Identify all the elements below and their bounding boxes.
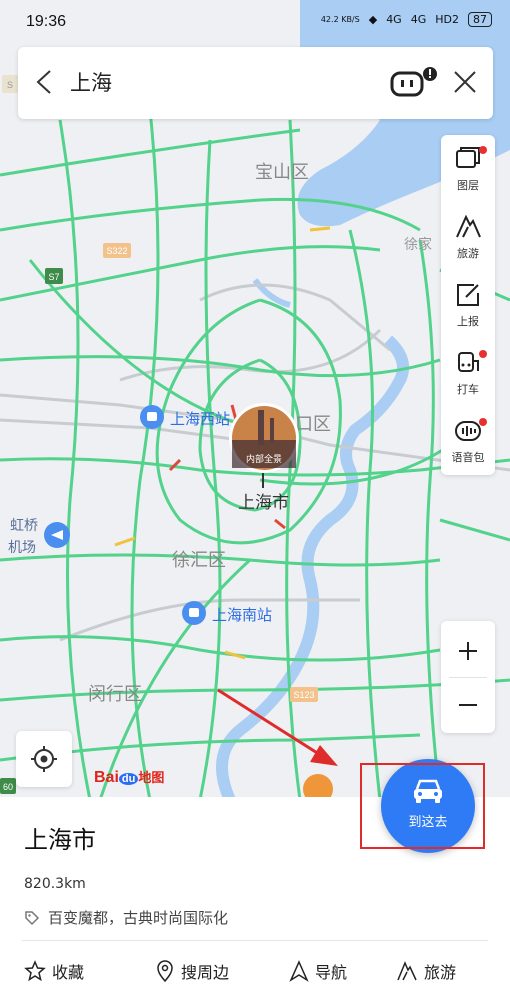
search-query-text[interactable]: 上海 [70,67,112,97]
station-label-west: 上海西站 [170,410,230,428]
favorite-button[interactable]: 收藏 [24,959,84,983]
panorama-label: 内部全景 [246,453,282,465]
place-name: 上海市 [24,826,96,854]
zoom-controls [441,621,495,733]
district-label-baoshan: 宝山区 [255,162,309,183]
search-bar[interactable]: 上海 [18,47,493,119]
signal-icon: 4G [386,13,402,26]
tool-label: 图层 [457,179,479,192]
action-label: 搜周边 [181,963,230,982]
district-label-xuhui: 徐汇区 [172,550,226,571]
place-tag-row: 百变魔都，古典时尚国际化 [24,907,228,928]
tool-label: 打车 [457,383,479,396]
station-label-south: 上海南站 [212,606,272,624]
signal-icon-2: 4G [410,13,427,26]
notification-dot [479,418,487,426]
travel-button[interactable]: 旅游 [396,959,456,983]
poi-label-airport: 机场 [8,540,36,556]
city-label: 上海市 [238,493,289,513]
tool-label: 语音包 [451,451,485,464]
action-label: 旅游 [424,963,457,982]
road-label-s123: S123 [293,690,314,700]
search-nearby-button[interactable]: 搜周边 [155,959,229,983]
zoom-out-button[interactable] [456,693,480,717]
place-tagline: 百变魔都，古典时尚国际化 [48,909,229,927]
tool-report[interactable]: 上报 [441,271,495,339]
tool-travel[interactable]: 旅游 [441,203,495,271]
status-time: 19:36 [26,13,67,30]
location-pin-icon [157,960,173,982]
travel-icon [397,961,417,981]
tag-icon [25,910,40,925]
navigate-button[interactable]: 导航 [289,959,347,983]
my-location-button[interactable] [16,731,72,787]
battery-icon: 87 [468,12,492,27]
tool-taxi[interactable]: 打车 [441,339,495,407]
back-arrow-icon[interactable] [32,67,56,97]
divider [22,940,488,941]
report-edit-icon [457,284,479,306]
status-bar: 19:36 42.2 KB/S ◆ 4G 4G HD2 87 [0,0,510,44]
district-label-hongkou: 口区 [295,414,331,435]
action-bar: 收藏 搜周边 导航 旅游 [0,955,510,987]
map-tool-panel: 图层 旅游 上报 打车 语音包 [441,135,495,475]
district-label-xujia: 徐家 [404,236,432,253]
tool-label: 旅游 [457,247,479,260]
hd-icon: HD2 [435,13,459,26]
layers-icon [456,147,480,168]
network-speed: 42.2 KB/S [320,15,360,24]
road-label-s7: S7 [48,272,59,282]
district-label-minhang: 闵行区 [88,684,142,705]
baidu-map-logo: Bai du 地图 [94,769,165,786]
taxi-icon [458,352,479,372]
voice-pack-icon [455,421,481,441]
notification-dot [479,146,487,154]
wifi-icon: ◆ [368,13,378,26]
map-canvas[interactable]: S322 S7 S123 60 S 宝山区 口区 徐汇区 闵行区 徐家 虹桥 机… [0,0,510,800]
tool-layers[interactable]: 图层 [441,135,495,203]
road-label-s322: S322 [106,246,127,256]
zoom-in-button[interactable] [456,639,480,663]
voice-assistant-icon[interactable] [390,65,438,101]
tool-voice-pack[interactable]: 语音包 [441,407,495,475]
road-label-s: S [7,80,13,90]
locate-crosshair-icon [31,746,57,772]
panorama-marker[interactable]: 内部全景 [229,403,299,473]
travel-icon [456,214,481,238]
action-label: 导航 [315,963,348,982]
notification-dot [479,350,487,358]
close-icon[interactable] [452,69,478,95]
navigation-arrow-icon [289,960,309,982]
place-distance: 820.3km [24,876,86,892]
star-icon [24,960,46,982]
road-label-60: 60 [3,782,13,792]
poi-label-hongqiao: 虹桥 [10,518,38,534]
tool-label: 上报 [457,315,479,328]
action-label: 收藏 [52,963,85,982]
highlight-box [360,763,485,849]
